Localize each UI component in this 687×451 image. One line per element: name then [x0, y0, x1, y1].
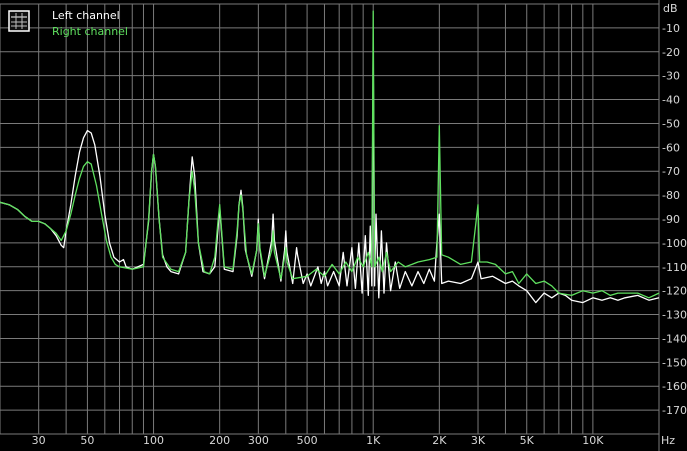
y-tick-label: -140 [662, 332, 687, 345]
y-tick-label: -70 [662, 165, 680, 178]
y-tick-label: -30 [662, 70, 680, 83]
x-tick-label: 200 [209, 434, 230, 447]
x-tick-label: 1K [366, 434, 381, 447]
x-tick-label: 300 [248, 434, 269, 447]
window-icon[interactable] [8, 10, 30, 32]
legend-left-channel: Left channel [52, 9, 120, 22]
spectrum-chart: -10 -20 -30 -40 -50 -60 -70 -80 -90 -100 -110 -120 -… [0, 0, 687, 451]
y-tick-label: -60 [662, 141, 680, 154]
y-tick-label: -90 [662, 213, 680, 226]
y-tick-label: -150 [662, 356, 687, 369]
x-tick-label: 10K [582, 434, 604, 447]
y-tick-label: -100 [662, 237, 687, 250]
y-tick-label: -160 [662, 380, 687, 393]
x-unit-label: Hz [661, 434, 675, 447]
x-tick-label: 3K [471, 434, 486, 447]
x-tick-label: 5K [520, 434, 535, 447]
x-tick-label: 50 [80, 434, 94, 447]
y-tick-label: -130 [662, 309, 687, 322]
x-tick-label: 500 [297, 434, 318, 447]
y-tick-label: -80 [662, 189, 680, 202]
y-unit-label: dB [663, 2, 678, 15]
y-tick-label: -40 [662, 94, 680, 107]
y-tick-label: -120 [662, 285, 687, 298]
y-tick-label: -20 [662, 46, 680, 59]
y-tick-label: -10 [662, 22, 680, 35]
y-tick-label: -50 [662, 117, 680, 130]
y-tick-label: -170 [662, 404, 687, 417]
y-tick-label: -110 [662, 261, 687, 274]
x-tick-label: 100 [143, 434, 164, 447]
legend-right-channel: Right channel [52, 25, 128, 38]
x-tick-label: 30 [32, 434, 46, 447]
x-tick-label: 2K [432, 434, 447, 447]
